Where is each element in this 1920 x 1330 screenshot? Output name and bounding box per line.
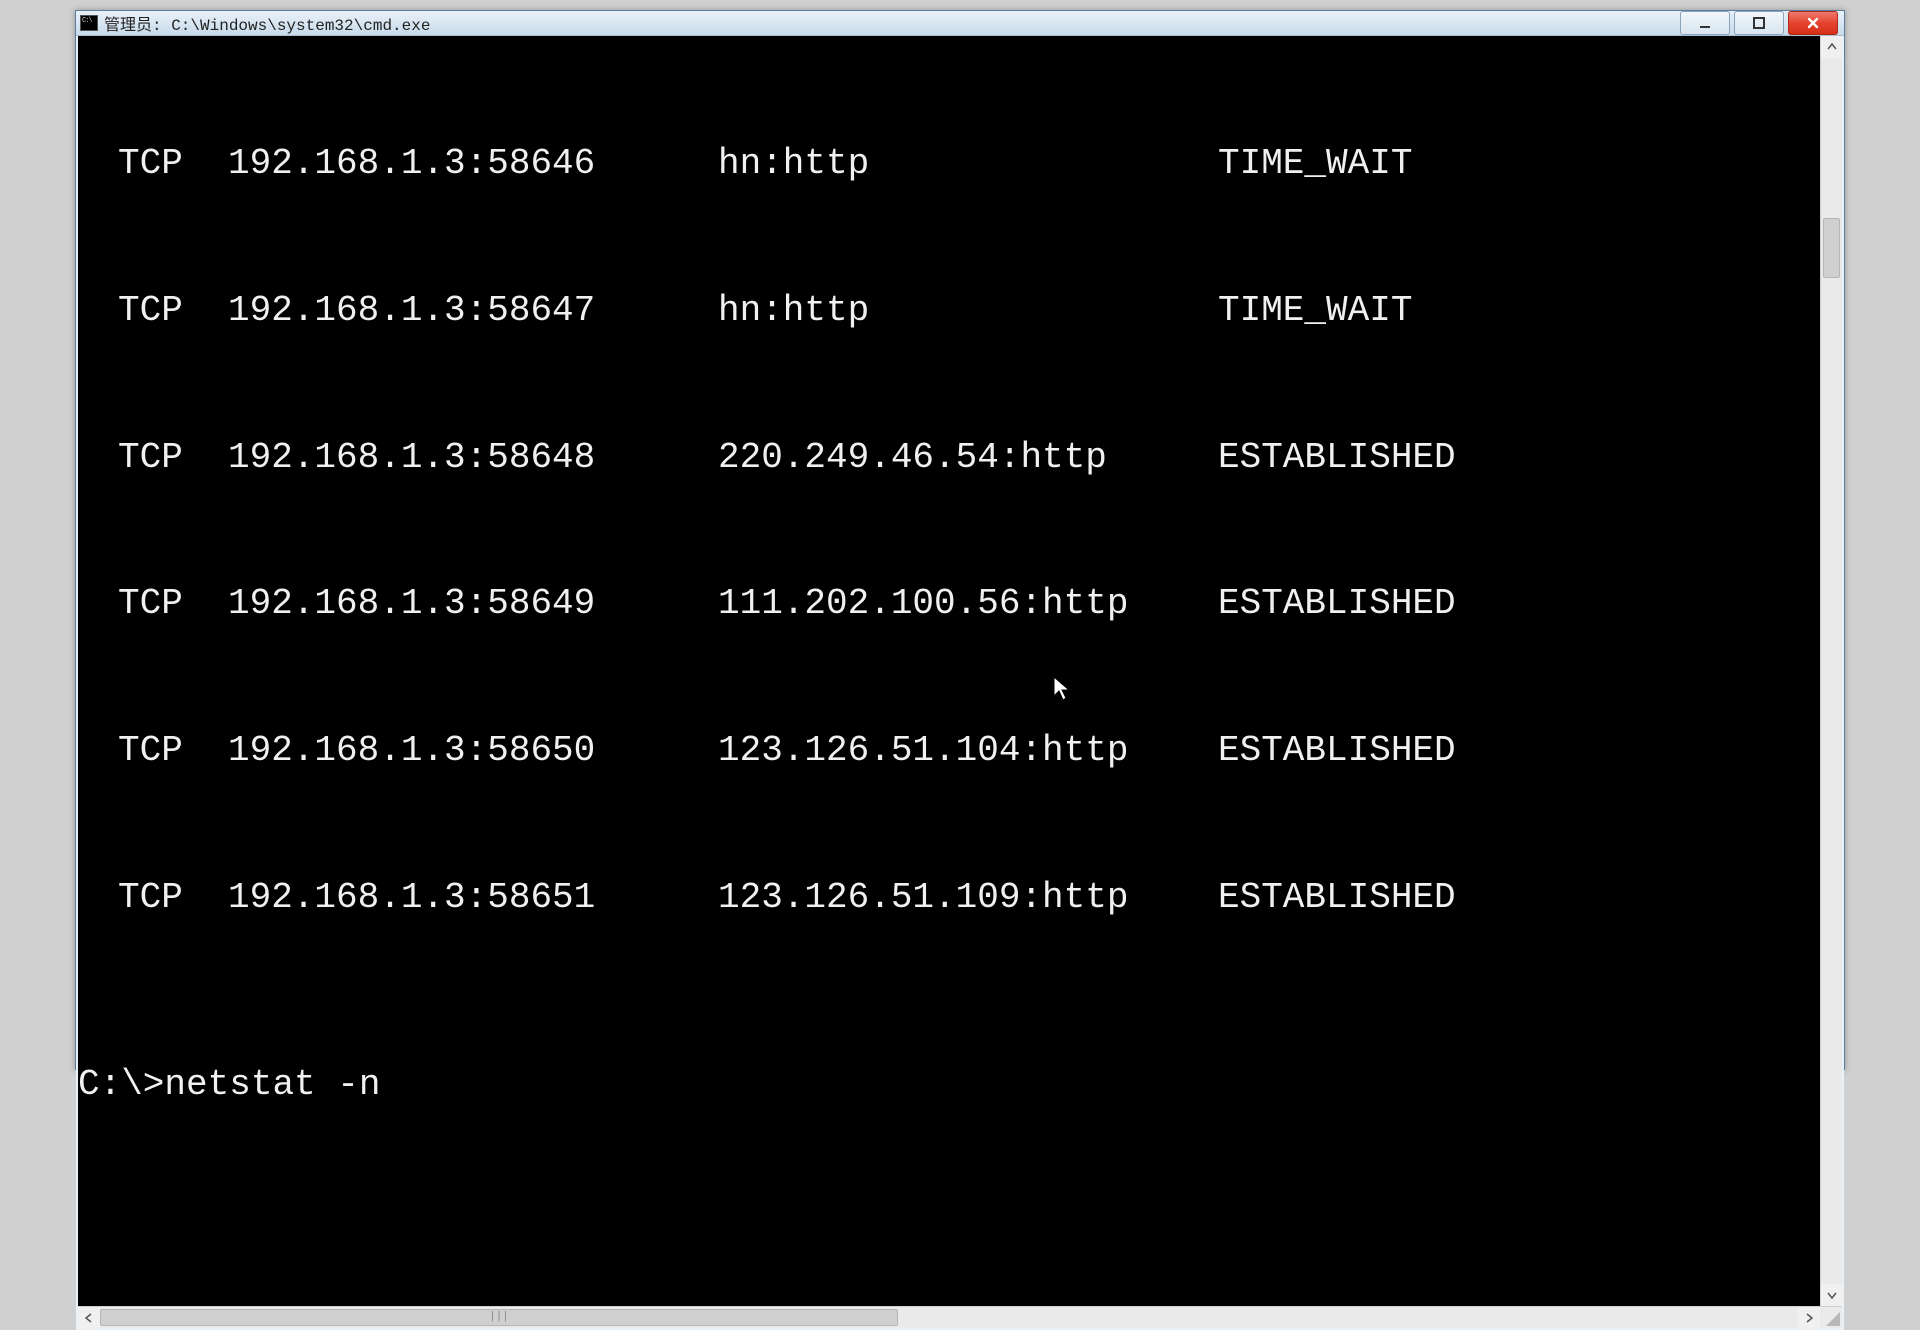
maximize-icon [1752,16,1766,30]
col-state: TIME_WAIT [1218,140,1820,189]
window-title: 管理员: C:\Windows\system32\cmd.exe [104,11,1680,35]
col-local: 192.168.1.3:58650 [228,727,718,776]
maximize-button[interactable] [1734,11,1784,35]
close-button[interactable] [1788,11,1838,35]
col-state: ESTABLISHED [1218,727,1820,776]
col-remote: 123.126.51.109:http [718,874,1218,923]
col-local: 192.168.1.3:58648 [228,434,718,483]
mouse-cursor-icon [1053,676,1071,702]
hscroll-thumb[interactable]: ||| [100,1309,898,1326]
resize-corner[interactable] [1820,1307,1842,1328]
vscroll-track[interactable] [1821,58,1842,1284]
horizontal-scrollbar[interactable]: ||| [78,1306,1842,1328]
col-local: 192.168.1.3:58651 [228,874,718,923]
col-remote: hn:http [718,140,1218,189]
minimize-icon [1698,16,1712,30]
scroll-down-button[interactable] [1821,1284,1843,1306]
netstat-row: TCP192.168.1.3:58650123.126.51.104:httpE… [78,727,1820,776]
chevron-up-icon [1827,42,1837,52]
col-local: 192.168.1.3:58646 [228,140,718,189]
vscroll-thumb[interactable] [1823,218,1840,278]
netstat-row: TCP192.168.1.3:58647hn:httpTIME_WAIT [78,287,1820,336]
col-state: ESTABLISHED [1218,874,1820,923]
terminal-output[interactable]: TCP192.168.1.3:58646hn:httpTIME_WAIT TCP… [78,36,1820,1306]
terminal-wrap: TCP192.168.1.3:58646hn:httpTIME_WAIT TCP… [78,36,1842,1306]
netstat-row: TCP192.168.1.3:58649111.202.100.56:httpE… [78,580,1820,629]
col-state: TIME_WAIT [1218,287,1820,336]
resize-grip-icon [1826,1312,1840,1326]
col-local: 192.168.1.3:58647 [228,287,718,336]
col-proto: TCP [78,874,228,923]
col-proto: TCP [78,287,228,336]
netstat-row: TCP192.168.1.3:58648220.249.46.54:httpES… [78,434,1820,483]
netstat-row: TCP192.168.1.3:58646hn:httpTIME_WAIT [78,140,1820,189]
prompt-line: C:\>netstat -n [78,1061,1820,1110]
col-remote: 111.202.100.56:http [718,580,1218,629]
col-state: ESTABLISHED [1218,580,1820,629]
col-proto: TCP [78,434,228,483]
col-remote: 220.249.46.54:http [718,434,1218,483]
cmd-icon [80,15,98,31]
chevron-down-icon [1827,1290,1837,1300]
scroll-right-button[interactable] [1798,1307,1820,1329]
col-proto: TCP [78,727,228,776]
scroll-up-button[interactable] [1821,36,1843,58]
col-remote: 123.126.51.104:http [718,727,1218,776]
minimize-button[interactable] [1680,11,1730,35]
cmd-window: 管理员: C:\Windows\system32\cmd.exe TCP192.… [75,10,1845,1070]
window-controls [1680,11,1838,35]
col-local: 192.168.1.3:58649 [228,580,718,629]
vertical-scrollbar[interactable] [1820,36,1842,1306]
col-state: ESTABLISHED [1218,434,1820,483]
col-proto: TCP [78,140,228,189]
hscroll-track[interactable]: ||| [100,1307,1798,1328]
col-proto: TCP [78,580,228,629]
chevron-left-icon [84,1313,94,1323]
prompt: C:\> [78,1064,164,1105]
command-input[interactable]: netstat -n [164,1064,380,1105]
window-content: TCP192.168.1.3:58646hn:httpTIME_WAIT TCP… [76,36,1844,1330]
close-icon [1806,16,1820,30]
netstat-row: TCP192.168.1.3:58651123.126.51.109:httpE… [78,874,1820,923]
scroll-left-button[interactable] [78,1307,100,1329]
titlebar[interactable]: 管理员: C:\Windows\system32\cmd.exe [76,11,1844,36]
col-remote: hn:http [718,287,1218,336]
chevron-right-icon [1804,1313,1814,1323]
